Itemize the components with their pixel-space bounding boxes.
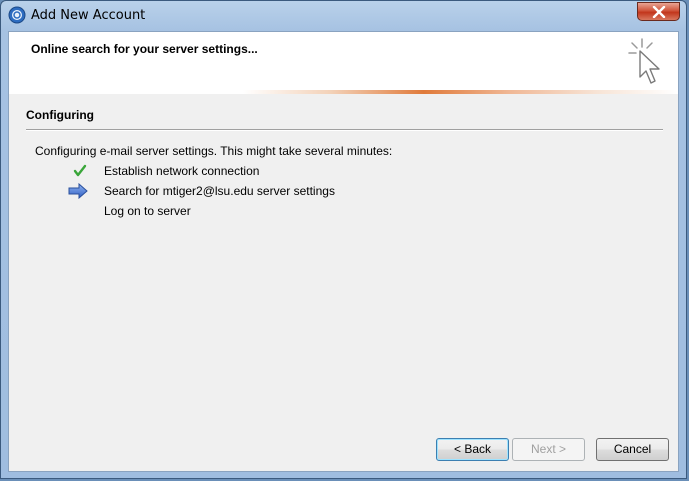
close-icon xyxy=(652,6,666,18)
configuring-description: Configuring e-mail server settings. This… xyxy=(35,144,393,158)
step-log-on: Log on to server xyxy=(67,203,467,221)
click-cursor-icon xyxy=(628,37,666,90)
window-title: Add New Account xyxy=(31,8,146,23)
outlook-app-icon xyxy=(8,6,26,24)
section-title: Configuring xyxy=(26,108,94,122)
arrow-right-icon xyxy=(67,182,93,200)
cancel-button[interactable]: Cancel xyxy=(596,438,669,461)
section-divider xyxy=(26,129,663,131)
header-accent-stripe xyxy=(9,90,678,94)
dialog-client-area: Online search for your server settings..… xyxy=(8,31,679,472)
dialog-header: Online search for your server settings..… xyxy=(9,32,678,94)
title-bar[interactable]: Add New Account xyxy=(1,1,686,31)
step-label: Establish network connection xyxy=(104,164,260,178)
checkmark-icon xyxy=(67,163,93,179)
next-button[interactable]: Next > xyxy=(512,438,585,461)
step-establish-connection: Establish network connection xyxy=(67,163,467,181)
step-label: Log on to server xyxy=(104,204,191,218)
step-label: Search for mtiger2@lsu.edu server settin… xyxy=(104,184,335,198)
close-button[interactable] xyxy=(637,2,680,21)
step-search-settings: Search for mtiger2@lsu.edu server settin… xyxy=(67,182,467,201)
add-account-window: Add New Account Online search for your s… xyxy=(0,0,687,479)
back-button[interactable]: < Back xyxy=(436,438,509,461)
header-title: Online search for your server settings..… xyxy=(31,42,258,56)
